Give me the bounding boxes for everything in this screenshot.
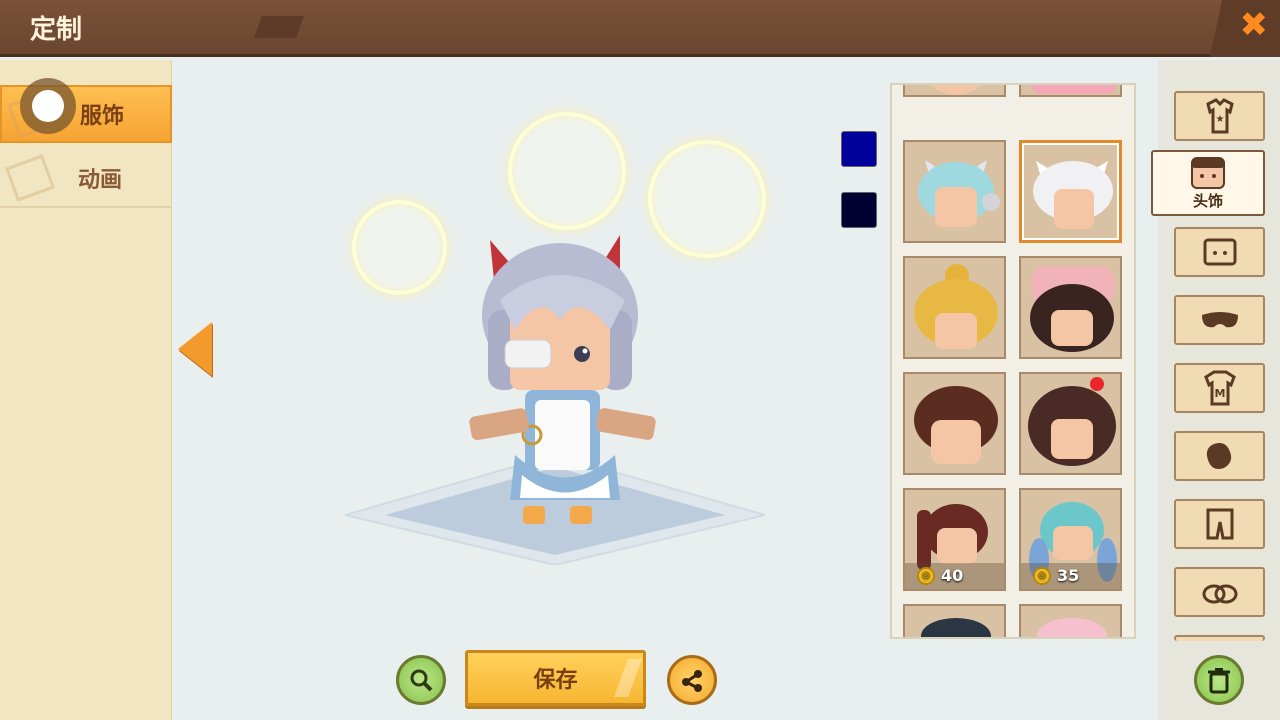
category-face[interactable] xyxy=(1174,227,1265,277)
pants-icon xyxy=(1206,508,1233,540)
item-cell[interactable]: ◎ 35 xyxy=(1019,488,1122,591)
face-icon xyxy=(1203,238,1236,266)
item-price: ◎ 40 xyxy=(917,566,963,585)
item-cell-partial[interactable] xyxy=(1019,85,1122,97)
category-shoes[interactable] xyxy=(1174,567,1265,617)
mask-icon xyxy=(1201,312,1238,328)
hair-thumbnail xyxy=(921,618,991,637)
category-gloves[interactable] xyxy=(1174,431,1265,481)
category-label: 头饰 xyxy=(1192,191,1223,210)
zoom-button[interactable] xyxy=(396,655,446,705)
item-cell[interactable] xyxy=(903,256,1006,359)
gloves-icon xyxy=(1206,443,1231,469)
character-avatar[interactable] xyxy=(460,230,670,530)
category-pants[interactable] xyxy=(1174,499,1265,549)
category-headwear[interactable]: 头饰 xyxy=(1151,150,1265,216)
save-button[interactable]: 保存 xyxy=(465,650,646,706)
save-button-label: 保存 xyxy=(533,668,578,693)
item-cell[interactable] xyxy=(1019,372,1122,475)
color-swatch-dark[interactable] xyxy=(841,192,877,228)
item-cell-partial[interactable] xyxy=(903,85,1006,97)
category-outfit[interactable]: ★ xyxy=(1174,91,1265,141)
tab-label: 动画 xyxy=(78,168,123,193)
color-swatch-blue[interactable] xyxy=(841,131,877,167)
hair-thumbnail xyxy=(914,264,998,349)
item-grid-panel[interactable]: ◎ 40 ◎ 35 xyxy=(890,83,1136,639)
hair-thumbnail xyxy=(1033,161,1113,229)
close-icon[interactable]: ✖ xyxy=(1240,5,1269,45)
top-bar: 定制 ✖ xyxy=(0,0,1280,57)
face-hair-icon xyxy=(1191,156,1225,189)
hair-thumbnail xyxy=(1028,377,1116,466)
item-cell-partial[interactable] xyxy=(903,604,1006,637)
shoes-icon xyxy=(1202,584,1237,604)
arrow-left-icon[interactable] xyxy=(178,322,212,376)
share-button[interactable] xyxy=(667,655,717,705)
tab-animation[interactable]: 动画 xyxy=(0,150,172,208)
category-mask[interactable] xyxy=(1174,295,1265,345)
left-tab-panel: 服饰 动画 xyxy=(0,60,172,720)
floating-toggle-button[interactable] xyxy=(20,78,76,134)
hair-thumbnail xyxy=(914,386,998,464)
hair-thumbnail xyxy=(931,85,981,95)
delete-button[interactable] xyxy=(1194,655,1244,705)
item-cell-selected[interactable] xyxy=(1019,140,1122,243)
shirt-icon: M xyxy=(1203,370,1236,406)
svg-text:★: ★ xyxy=(1215,114,1224,125)
coin-icon: ◎ xyxy=(1033,566,1051,585)
hair-thumbnail xyxy=(918,160,1000,227)
hair-thumbnail xyxy=(1037,618,1107,637)
item-cell[interactable] xyxy=(903,140,1006,243)
bubble-effect xyxy=(508,112,626,230)
item-cell[interactable] xyxy=(903,372,1006,475)
bubble-effect xyxy=(352,200,447,295)
item-cell[interactable]: ◎ 40 xyxy=(903,488,1006,591)
tab-label: 服饰 xyxy=(80,104,125,129)
item-cell-partial[interactable] xyxy=(1019,604,1122,637)
category-shirt[interactable]: M xyxy=(1174,363,1265,413)
category-partial[interactable] xyxy=(1174,635,1265,641)
magnifier-icon xyxy=(410,669,433,692)
hair-thumbnail xyxy=(1030,266,1115,352)
share-icon xyxy=(682,670,702,692)
page-title: 定制 xyxy=(30,15,83,45)
tab-decoration xyxy=(5,154,55,202)
item-price: ◎ 35 xyxy=(1033,566,1079,585)
coin-icon: ◎ xyxy=(917,566,935,585)
trash-icon xyxy=(1208,668,1230,694)
svg-text:M: M xyxy=(1214,387,1225,400)
item-cell[interactable] xyxy=(1019,256,1122,359)
hair-thumbnail xyxy=(1031,85,1116,94)
outfit-icon: ★ xyxy=(1205,98,1234,134)
